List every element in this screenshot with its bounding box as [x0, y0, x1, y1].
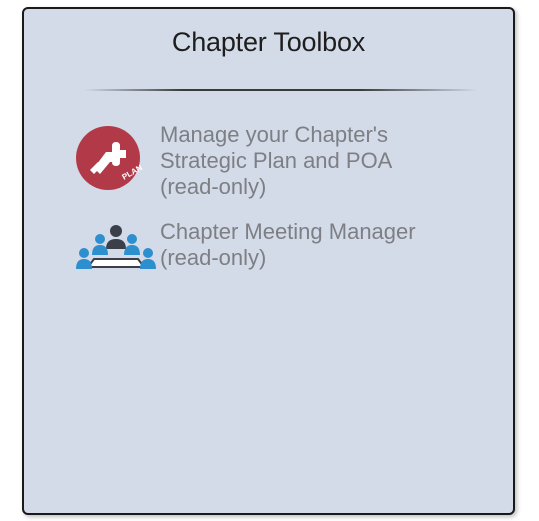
label-line: Strategic Plan and POA: [160, 148, 393, 173]
strategic-plan-icon: PLAN: [72, 122, 160, 192]
label-line: (read-only): [160, 174, 267, 199]
meeting-manager-link[interactable]: Chapter Meeting Manager (read-only): [72, 219, 480, 289]
strategic-plan-label[interactable]: Manage your Chapter's Strategic Plan and…: [160, 122, 480, 200]
label-line: Chapter Meeting Manager: [160, 219, 416, 244]
title-divider: [84, 89, 478, 91]
panel-title: Chapter Toolbox: [171, 27, 366, 57]
meeting-manager-label[interactable]: Chapter Meeting Manager (read-only): [160, 219, 480, 271]
strategic-plan-link[interactable]: PLAN Manage your Chapter's Strategic Pla…: [72, 122, 480, 200]
meeting-icon: [72, 219, 160, 289]
label-line: Manage your Chapter's: [160, 122, 388, 147]
label-line: (read-only): [160, 245, 267, 270]
chapter-toolbox-panel: Chapter Toolbox PLAN Manage your Chapter…: [22, 7, 515, 515]
